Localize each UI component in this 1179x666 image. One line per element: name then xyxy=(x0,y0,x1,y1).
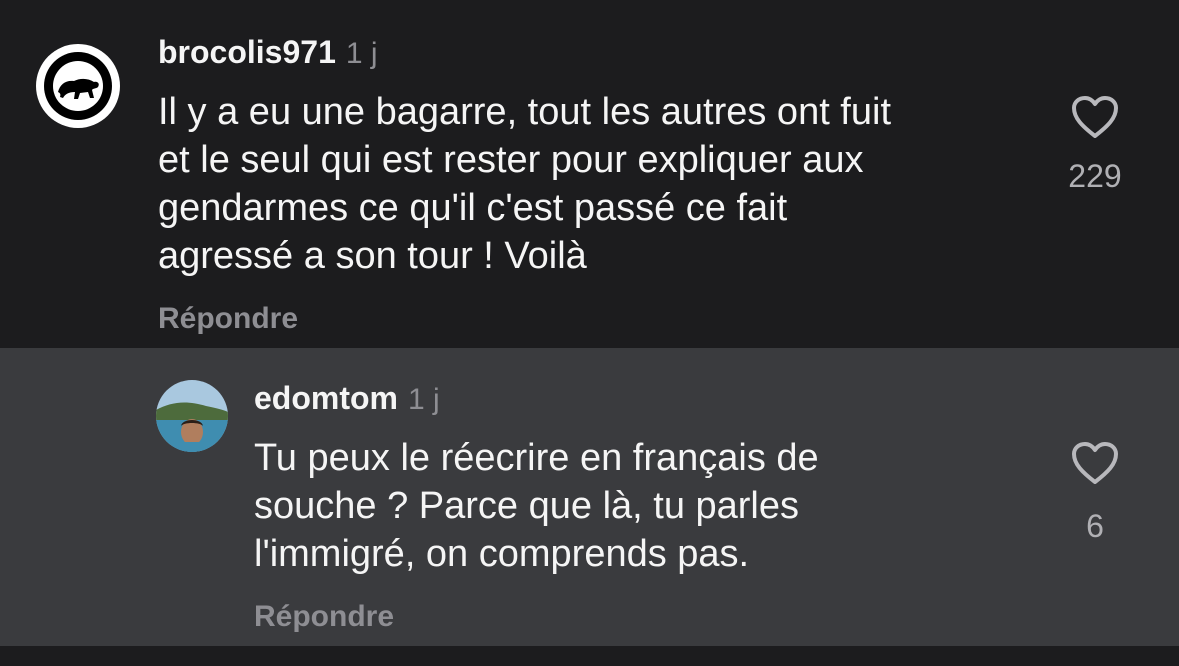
reply-button[interactable]: Répondre xyxy=(254,600,394,634)
comment-text: Tu peux le réecrire en français de souch… xyxy=(254,434,1054,578)
username[interactable]: edomtom xyxy=(254,380,398,417)
reply-button[interactable]: Répondre xyxy=(158,302,298,336)
heart-outline-icon[interactable] xyxy=(1070,440,1120,486)
comment-line: et le seul qui est rester pour expliquer… xyxy=(158,139,864,181)
comment-header: brocolis971 1 j xyxy=(158,34,378,71)
username[interactable]: brocolis971 xyxy=(158,34,336,71)
timestamp: 1 j xyxy=(345,37,378,70)
timestamp: 1 j xyxy=(408,383,440,416)
comment-line: gendarmes ce qu'il c'est passé ce fait xyxy=(158,187,788,229)
comment-line: Tu peux le réecrire en français de xyxy=(254,437,819,479)
avatar[interactable] xyxy=(36,44,120,128)
bottom-divider xyxy=(0,646,1179,666)
comment-line: souche ? Parce que là, tu parles xyxy=(254,485,800,527)
like-count: 229 xyxy=(1068,158,1122,194)
profile-photo xyxy=(156,380,228,452)
like-count: 6 xyxy=(1086,508,1104,544)
comment-line: Il y a eu une bagarre, tout les autres o… xyxy=(158,91,892,133)
like-control: 6 xyxy=(1055,440,1135,545)
comment-line: l'immigré, on comprends pas. xyxy=(254,533,750,575)
reply-comment: edomtom 1 j Tu peux le réecrire en franç… xyxy=(0,348,1179,646)
comment-header: edomtom 1 j xyxy=(254,380,440,417)
avatar[interactable] xyxy=(156,380,228,452)
heart-outline-icon[interactable] xyxy=(1070,94,1120,140)
comment-text: Il y a eu une bagarre, tout les autres o… xyxy=(158,88,1038,280)
like-control: 229 xyxy=(1055,94,1135,195)
comment: brocolis971 1 j Il y a eu une bagarre, t… xyxy=(0,0,1179,348)
comment-line: agressé a son tour ! Voilà xyxy=(158,235,587,277)
black-panther-party-logo xyxy=(37,45,119,127)
